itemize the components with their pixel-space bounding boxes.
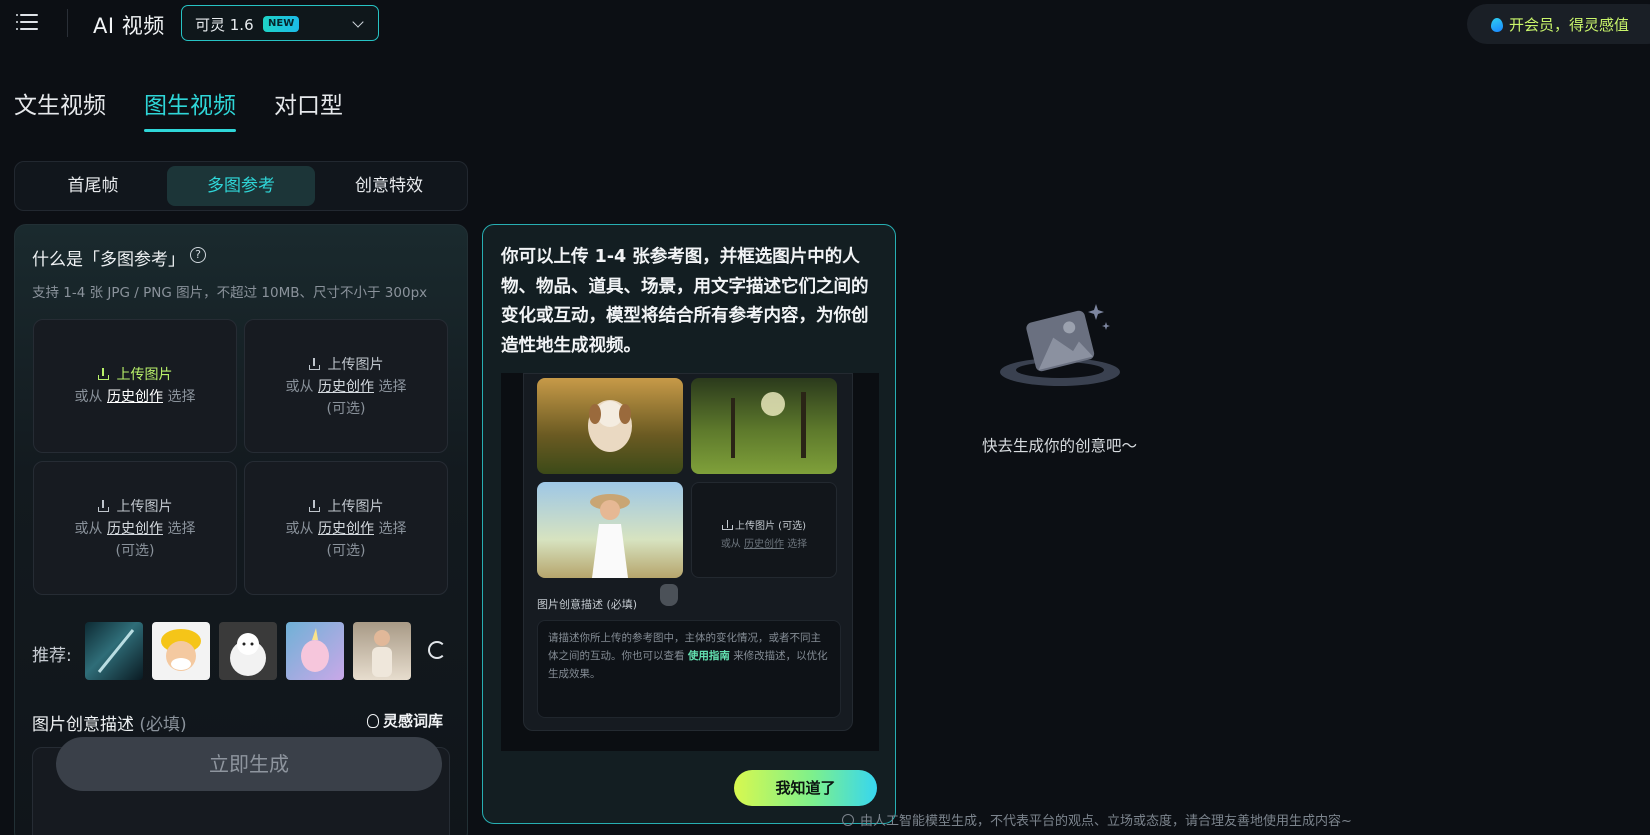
subtab-multi-image[interactable]: 多图参考 xyxy=(167,166,315,206)
description-title: 图片创意描述 xyxy=(32,715,134,735)
divider xyxy=(67,9,68,37)
new-badge: NEW xyxy=(263,16,300,32)
upload-suffix: 选择 xyxy=(167,389,196,405)
optional-label: (可选) xyxy=(326,543,366,559)
chevron-down-icon xyxy=(352,16,364,28)
generate-button[interactable]: 立即生成 xyxy=(56,737,442,791)
inspiration-library-button[interactable]: 灵感词库 xyxy=(367,710,443,731)
top-bar: AI 视频 可灵 1.6 NEW 开会员，得灵感值 xyxy=(0,0,1650,46)
vip-button[interactable]: 开会员，得灵感值 xyxy=(1467,4,1650,44)
bulb-icon xyxy=(367,714,379,728)
recommend-thumb-woman[interactable] xyxy=(353,622,411,680)
hand-cursor-icon xyxy=(660,584,678,606)
upload-label: 上传图片 xyxy=(327,357,384,373)
model-name: 可灵 1.6 xyxy=(195,16,254,34)
drop-icon xyxy=(1491,18,1503,32)
empty-state-text: 快去生成你的创意吧～ xyxy=(982,437,1138,455)
demo-dog-image xyxy=(537,378,683,474)
demo-woman-image xyxy=(537,482,683,578)
vip-label: 开会员，得灵感值 xyxy=(1509,16,1630,34)
history-link[interactable]: 历史创作 xyxy=(107,389,163,405)
help-icon[interactable]: ? xyxy=(190,247,206,263)
upload-slot-4[interactable]: 上传图片 或从 历史创作 选择 (可选) xyxy=(244,461,448,595)
guide-text: 你可以上传 1-4 张参考图，并框选图片中的人物、物品、道具、场景，用文字描述它… xyxy=(501,247,869,356)
demo-description-label: 图片创意描述 (必填) xyxy=(537,598,638,611)
sub-tabs: 首尾帧 多图参考 创意特效 xyxy=(14,161,468,211)
upload-label: 上传图片 xyxy=(116,367,173,383)
upload-icon xyxy=(97,500,109,512)
description-label: 图片创意描述 (必填) xyxy=(32,710,187,735)
upload-hint: 支持 1-4 张 JPG / PNG 图片，不超过 10MB、尺寸不小于 300… xyxy=(32,285,428,301)
upload-suffix: 选择 xyxy=(378,379,407,395)
upload-icon xyxy=(308,358,320,370)
model-select[interactable]: 可灵 1.6 NEW xyxy=(181,5,379,41)
upload-slot-1[interactable]: 上传图片 或从 历史创作 选择 xyxy=(33,319,237,453)
demo-forest-image xyxy=(691,378,837,474)
upload-prefix: 或从 xyxy=(74,521,103,537)
menu-icon[interactable] xyxy=(16,10,40,34)
upload-prefix: 或从 xyxy=(74,389,103,405)
woman-portrait-image xyxy=(372,630,392,677)
pink-unicorn-image xyxy=(301,628,329,672)
cartoon-worker-image xyxy=(161,629,201,671)
recommend-thumb-unicorn[interactable] xyxy=(286,622,344,680)
tab-text-to-video[interactable]: 文生视频 xyxy=(14,86,106,120)
history-link[interactable]: 历史创作 xyxy=(318,379,374,395)
history-link[interactable]: 历史创作 xyxy=(107,521,163,537)
demo-history-link: 历史创作 xyxy=(744,539,784,550)
demo-upload-slot: 上传图片 (可选) 或从 历史创作 选择 xyxy=(691,482,837,578)
guide-demo-image: 上传图片 (可选) 或从 历史创作 选择 图片创意描述 (必填) 请描述你所上传… xyxy=(501,373,879,751)
optional-label: (可选) xyxy=(115,543,155,559)
demo-upload-label: 上传图片 (可选) xyxy=(735,521,806,532)
guide-popover: 你可以上传 1-4 张参考图，并框选图片中的人物、物品、道具、场景，用文字描述它… xyxy=(482,224,896,824)
recommend-thumb-puppy[interactable] xyxy=(219,622,277,680)
demo-card: 上传图片 (可选) 或从 历史创作 选择 图片创意描述 (必填) 请描述你所上传… xyxy=(523,373,853,731)
got-it-button[interactable]: 我知道了 xyxy=(734,770,877,806)
upload-slot-3[interactable]: 上传图片 或从 历史创作 选择 (可选) xyxy=(33,461,237,595)
upload-slot-2[interactable]: 上传图片 或从 历史创作 选择 (可选) xyxy=(244,319,448,453)
panel-title: 什么是「多图参考」 xyxy=(32,250,185,270)
recommend-label: 推荐: xyxy=(32,646,72,666)
info-icon xyxy=(842,814,854,826)
recommend-thumb-worker[interactable] xyxy=(152,622,210,680)
optional-label: (可选) xyxy=(326,401,366,417)
subtab-first-last-frame[interactable]: 首尾帧 xyxy=(19,166,167,206)
inspiration-label: 灵感词库 xyxy=(383,712,444,730)
demo-upload-suffix: 选择 xyxy=(787,539,808,550)
upload-icon xyxy=(308,500,320,512)
upload-prefix: 或从 xyxy=(285,521,314,537)
upload-label: 上传图片 xyxy=(327,499,384,515)
tab-image-to-video[interactable]: 图生视频 xyxy=(144,86,236,132)
upload-label: 上传图片 xyxy=(116,499,173,515)
demo-upload-prefix: 或从 xyxy=(720,539,741,550)
demo-description-box: 请描述你所上传的参考图中，主体的变化情况，或者不同主体之间的互动。你也可以查看 … xyxy=(537,620,841,718)
upload-icon xyxy=(722,520,733,530)
upload-suffix: 选择 xyxy=(378,521,407,537)
sword-image xyxy=(97,629,135,673)
app-title: AI 视频 xyxy=(93,14,165,38)
required-label: (必填) xyxy=(139,715,187,735)
upload-icon xyxy=(97,368,109,380)
upload-suffix: 选择 xyxy=(167,521,196,537)
empty-image-illustration xyxy=(1000,304,1120,386)
white-puppy-image xyxy=(230,633,266,676)
refresh-icon[interactable] xyxy=(428,641,446,659)
footer-disclaimer: 由人工智能模型生成，不代表平台的观点、立场或态度，请合理友善地使用生成内容~ xyxy=(860,814,1352,829)
history-link[interactable]: 历史创作 xyxy=(318,521,374,537)
subtab-creative-effects[interactable]: 创意特效 xyxy=(315,166,463,206)
tab-lip-sync[interactable]: 对口型 xyxy=(274,86,343,120)
upload-prefix: 或从 xyxy=(285,379,314,395)
demo-guide-link: 使用指南 xyxy=(687,650,730,662)
recommend-thumb-sword[interactable] xyxy=(85,622,143,680)
